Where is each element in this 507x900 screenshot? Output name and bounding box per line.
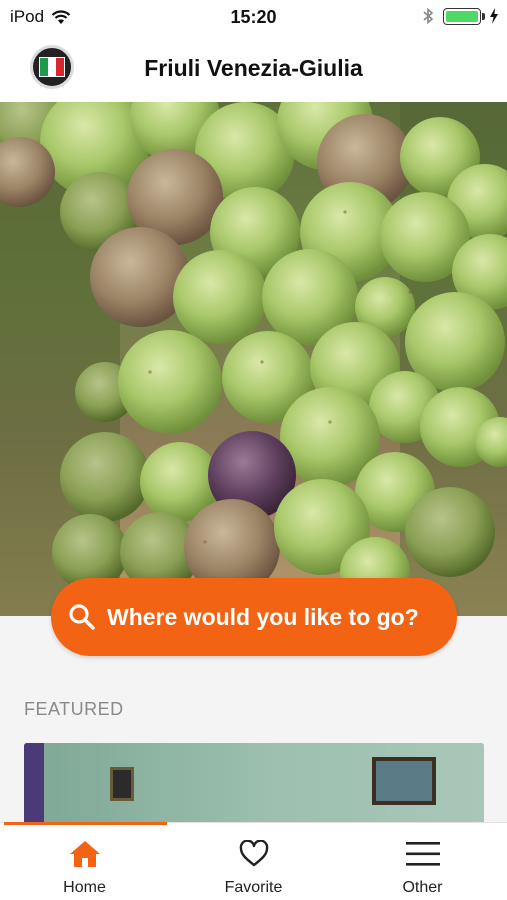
tab-favorite[interactable]: Favorite	[169, 823, 338, 900]
featured-card[interactable]	[24, 743, 484, 823]
tab-home[interactable]: Home	[0, 823, 169, 900]
charging-bolt-icon	[490, 8, 498, 24]
bluetooth-icon	[423, 7, 434, 25]
grapes-illustration	[0, 102, 507, 616]
nav-header: Friuli Venezia-Giulia	[0, 34, 507, 102]
home-icon	[69, 841, 100, 867]
tab-other[interactable]: Other	[338, 823, 507, 900]
battery-icon	[443, 7, 485, 25]
tab-home-label: Home	[63, 879, 106, 896]
search-button[interactable]: Where would you like to go?	[51, 578, 457, 656]
tab-bar: Home Favorite Other	[0, 822, 507, 900]
heart-icon	[239, 840, 268, 867]
search-placeholder: Where would you like to go?	[107, 603, 419, 630]
tab-other-label: Other	[402, 879, 443, 896]
featured-heading: FEATURED	[24, 699, 124, 719]
status-right	[422, 7, 499, 25]
hero-image	[0, 102, 507, 616]
menu-icon	[405, 842, 440, 866]
status-bar: iPod 15:20	[0, 0, 507, 34]
page-title: Friuli Venezia-Giulia	[144, 55, 363, 81]
tab-favorite-label: Favorite	[224, 879, 283, 896]
app-screen: iPod 15:20 Friuli Venezia-Giulia Where w…	[0, 0, 507, 900]
search-icon	[69, 604, 95, 630]
